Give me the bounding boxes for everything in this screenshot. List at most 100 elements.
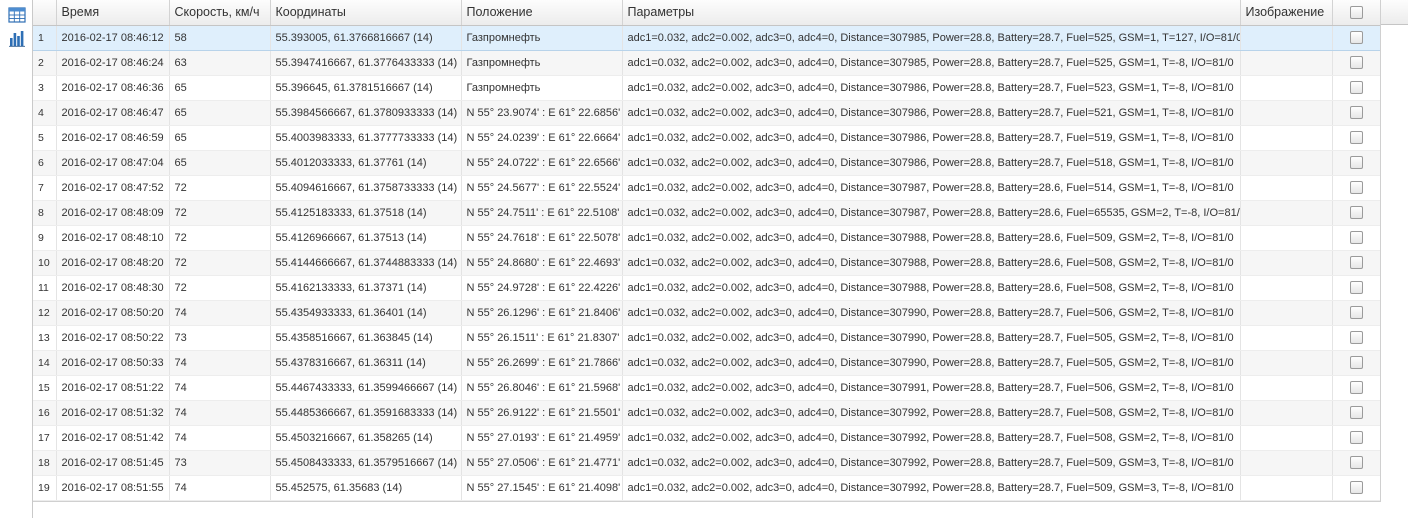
row-checkbox[interactable]	[1350, 306, 1363, 319]
column-header-time[interactable]: Время	[56, 0, 170, 26]
cell-coords: 55.4358516667, 61.363845 (14)	[270, 325, 462, 351]
row-checkbox[interactable]	[1350, 406, 1363, 419]
table-row[interactable]: 13 2016-02-17 08:50:22 73 55.4358516667, 61…	[33, 325, 1380, 351]
cell-num: 2	[33, 50, 57, 76]
cell-time: 2016-02-17 08:46:47	[56, 100, 170, 126]
table-row[interactable]: 17 2016-02-17 08:51:42 74 55.4503216667, 61…	[33, 425, 1380, 451]
cell-num: 4	[33, 100, 57, 126]
cell-time: 2016-02-17 08:47:04	[56, 150, 170, 176]
cell-position: N 55° 24.9728' : E 61° 22.4226'	[461, 275, 623, 301]
cell-select	[1332, 250, 1380, 276]
cell-position: N 55° 24.0722' : E 61° 22.6566'	[461, 150, 623, 176]
column-header-params[interactable]: Параметры	[622, 0, 1241, 26]
cell-params: adc1=0.032, adc2=0.002, adc3=0, adc4=0, …	[622, 200, 1241, 226]
cell-position: N 55° 24.8680' : E 61° 22.4693'	[461, 250, 623, 276]
column-header-position[interactable]: Положение	[461, 0, 623, 26]
cell-coords: 55.3947416667, 61.3776433333 (14)	[270, 50, 462, 76]
table-body: 1 2016-02-17 08:46:12 58 55.393005, 61.3766…	[33, 25, 1380, 501]
cell-coords: 55.4378316667, 61.36311 (14)	[270, 350, 462, 376]
row-checkbox[interactable]	[1350, 156, 1363, 169]
header-row: Время Скорость, км/ч Координаты Положени…	[33, 0, 1380, 26]
table-row[interactable]: 7 2016-02-17 08:47:52 72 55.4094616667, 61.…	[33, 175, 1380, 201]
cell-coords: 55.4508433333, 61.3579516667 (14)	[270, 450, 462, 476]
table-row[interactable]: 19 2016-02-17 08:51:55 74 55.452575, 61.356…	[33, 475, 1380, 501]
cell-coords: 55.393005, 61.3766816667 (14)	[270, 25, 462, 51]
row-checkbox[interactable]	[1350, 106, 1363, 119]
cell-time: 2016-02-17 08:51:55	[56, 475, 170, 501]
cell-speed: 74	[169, 400, 271, 426]
table-row[interactable]: 5 2016-02-17 08:46:59 65 55.4003983333, 61.…	[33, 125, 1380, 151]
table-row[interactable]: 16 2016-02-17 08:51:32 74 55.4485366667, 61…	[33, 400, 1380, 426]
table-row[interactable]: 8 2016-02-17 08:48:09 72 55.4125183333, 61.…	[33, 200, 1380, 226]
cell-coords: 55.4503216667, 61.358265 (14)	[270, 425, 462, 451]
row-checkbox[interactable]	[1350, 181, 1363, 194]
row-checkbox[interactable]	[1350, 356, 1363, 369]
table-row[interactable]: 4 2016-02-17 08:46:47 65 55.3984566667, 61.…	[33, 100, 1380, 126]
table-row[interactable]: 14 2016-02-17 08:50:33 74 55.4378316667, 61…	[33, 350, 1380, 376]
row-checkbox[interactable]	[1350, 31, 1363, 44]
cell-time: 2016-02-17 08:48:30	[56, 275, 170, 301]
cell-select	[1332, 125, 1380, 151]
row-checkbox[interactable]	[1350, 456, 1363, 469]
cell-num: 9	[33, 225, 57, 251]
cell-time: 2016-02-17 08:46:59	[56, 125, 170, 151]
cell-time: 2016-02-17 08:50:22	[56, 325, 170, 351]
row-checkbox[interactable]	[1350, 81, 1363, 94]
column-header-speed[interactable]: Скорость, км/ч	[169, 0, 271, 26]
cell-coords: 55.4144666667, 61.3744883333 (14)	[270, 250, 462, 276]
row-checkbox[interactable]	[1350, 431, 1363, 444]
cell-select	[1332, 475, 1380, 501]
row-checkbox[interactable]	[1350, 381, 1363, 394]
cell-num: 12	[33, 300, 57, 326]
cell-params: adc1=0.032, adc2=0.002, adc3=0, adc4=0, …	[622, 350, 1241, 376]
cell-speed: 74	[169, 475, 271, 501]
table-row[interactable]: 6 2016-02-17 08:47:04 65 55.4012033333, 61.…	[33, 150, 1380, 176]
cell-coords: 55.4125183333, 61.37518 (14)	[270, 200, 462, 226]
cell-params: adc1=0.032, adc2=0.002, adc3=0, adc4=0, …	[622, 425, 1241, 451]
cell-params: adc1=0.032, adc2=0.002, adc3=0, adc4=0, …	[622, 325, 1241, 351]
cell-select	[1332, 25, 1380, 51]
row-checkbox[interactable]	[1350, 281, 1363, 294]
row-checkbox[interactable]	[1350, 331, 1363, 344]
cell-image	[1240, 150, 1333, 176]
table-row[interactable]: 12 2016-02-17 08:50:20 74 55.4354933333, 61…	[33, 300, 1380, 326]
cell-image	[1240, 225, 1333, 251]
cell-params: adc1=0.032, adc2=0.002, adc3=0, adc4=0, …	[622, 400, 1241, 426]
table-row[interactable]: 18 2016-02-17 08:51:45 73 55.4508433333, 61…	[33, 450, 1380, 476]
table-row[interactable]: 1 2016-02-17 08:46:12 58 55.393005, 61.3766…	[33, 25, 1380, 51]
row-checkbox[interactable]	[1350, 481, 1363, 494]
cell-select	[1332, 400, 1380, 426]
cell-position: N 55° 26.1296' : E 61° 21.8406'	[461, 300, 623, 326]
cell-position: N 55° 27.0193' : E 61° 21.4959'	[461, 425, 623, 451]
cell-coords: 55.452575, 61.35683 (14)	[270, 475, 462, 501]
table-row[interactable]: 9 2016-02-17 08:48:10 72 55.4126966667, 61.…	[33, 225, 1380, 251]
column-header-num	[33, 0, 57, 26]
column-header-image[interactable]: Изображение	[1240, 0, 1333, 26]
table-icon[interactable]	[8, 6, 26, 24]
table-row[interactable]: 2 2016-02-17 08:46:24 63 55.3947416667, 61.…	[33, 50, 1380, 76]
cell-image	[1240, 75, 1333, 101]
row-checkbox[interactable]	[1350, 231, 1363, 244]
bar-chart-icon[interactable]	[8, 29, 26, 47]
cell-image	[1240, 350, 1333, 376]
cell-time: 2016-02-17 08:46:24	[56, 50, 170, 76]
cell-image	[1240, 475, 1333, 501]
cell-image	[1240, 200, 1333, 226]
row-checkbox[interactable]	[1350, 206, 1363, 219]
table-row[interactable]: 3 2016-02-17 08:46:36 65 55.396645, 61.3781…	[33, 75, 1380, 101]
table-row[interactable]: 10 2016-02-17 08:48:20 72 55.4144666667, 61…	[33, 250, 1380, 276]
column-header-coords[interactable]: Координаты	[270, 0, 462, 26]
cell-num: 3	[33, 75, 57, 101]
table-row[interactable]: 15 2016-02-17 08:51:22 74 55.4467433333, 61…	[33, 375, 1380, 401]
cell-num: 1	[33, 25, 57, 51]
cell-speed: 72	[169, 250, 271, 276]
table-row[interactable]: 11 2016-02-17 08:48:30 72 55.4162133333, 61…	[33, 275, 1380, 301]
row-checkbox[interactable]	[1350, 256, 1363, 269]
cell-position: N 55° 26.2699' : E 61° 21.7866'	[461, 350, 623, 376]
cell-select	[1332, 175, 1380, 201]
cell-select	[1332, 325, 1380, 351]
select-all-checkbox[interactable]	[1350, 6, 1363, 20]
row-checkbox[interactable]	[1350, 56, 1363, 69]
cell-num: 6	[33, 150, 57, 176]
row-checkbox[interactable]	[1350, 131, 1363, 144]
